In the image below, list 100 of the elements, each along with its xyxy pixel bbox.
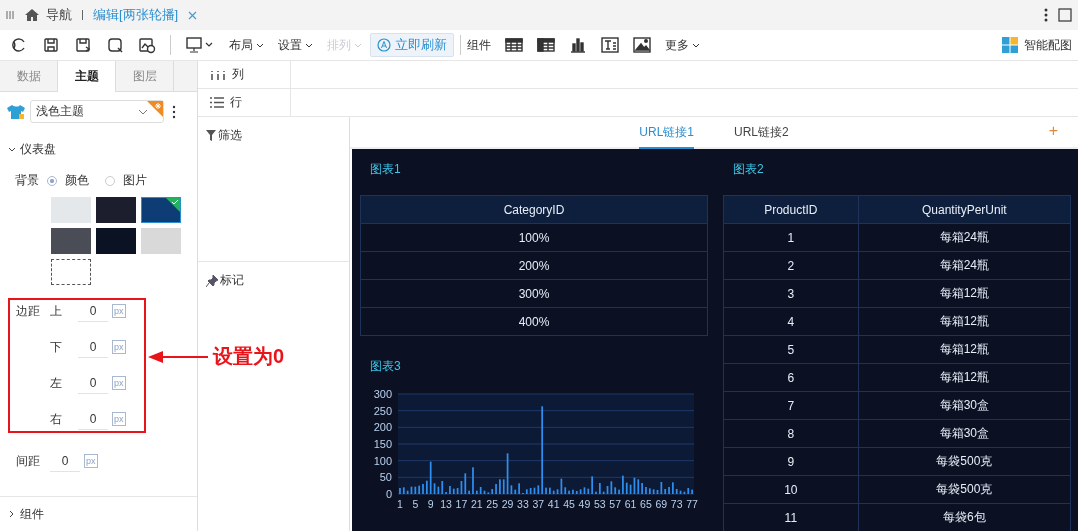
more-vertical-icon[interactable] xyxy=(1044,8,1048,22)
preview-icon[interactable] xyxy=(106,36,124,54)
star-corner-icon xyxy=(147,101,163,117)
color-swatch[interactable] xyxy=(96,197,136,223)
axis-label: 21 xyxy=(470,498,483,510)
table-icon[interactable] xyxy=(505,36,523,54)
side-label: 下 xyxy=(50,338,63,356)
caret-icon xyxy=(692,42,700,48)
radio-option[interactable]: 颜色 xyxy=(47,172,97,189)
empty-swatch[interactable] xyxy=(51,259,91,285)
theme-select[interactable]: 浅色主题 xyxy=(30,100,164,123)
column-header: CategoryID xyxy=(360,195,708,224)
close-icon[interactable] xyxy=(188,10,198,20)
screen-dropdown[interactable] xyxy=(185,36,215,54)
chart-title: 图表2 xyxy=(732,161,765,178)
color-swatch[interactable] xyxy=(51,228,91,254)
components-label: 组件 xyxy=(467,36,491,54)
axis-label: 5 xyxy=(412,498,419,510)
table-cell: 4 xyxy=(723,307,859,336)
toolbar-menu[interactable]: 设置 xyxy=(278,36,313,54)
letter-circle-icon xyxy=(377,38,391,52)
save-icon[interactable] xyxy=(42,36,60,54)
table-cell: 每箱12瓶 xyxy=(858,279,1071,308)
annotation-arrow xyxy=(148,350,208,364)
table-cell: 11 xyxy=(723,503,859,531)
filter-icon xyxy=(206,130,216,141)
section-header[interactable]: 仪表盘 xyxy=(0,141,197,158)
shirt-icon xyxy=(6,103,26,120)
table-cell: 每箱12瓶 xyxy=(858,335,1071,364)
smart-chart-button[interactable]: 智能配图 xyxy=(1002,36,1072,54)
axis-label: 37 xyxy=(532,498,545,510)
cross-table-icon[interactable] xyxy=(537,36,555,54)
axis-label: 33 xyxy=(517,498,529,510)
axis-label: 150 xyxy=(373,438,392,450)
table-cell: 每袋500克 xyxy=(858,475,1071,504)
maximize-icon[interactable] xyxy=(1058,8,1072,22)
color-swatch[interactable] xyxy=(141,228,181,254)
unit-label: px xyxy=(112,376,126,390)
table-cell: 400% xyxy=(360,307,708,336)
table-cell: 1 xyxy=(723,223,859,252)
color-swatch[interactable] xyxy=(51,197,91,223)
axis-label: 0 xyxy=(385,488,392,500)
axis-label: 57 xyxy=(609,498,622,510)
caret-icon xyxy=(354,42,362,48)
axis-label: 65 xyxy=(640,498,652,510)
unit-label: px xyxy=(84,454,98,468)
margin-label: 边距 xyxy=(16,303,40,318)
columns-label: 列 xyxy=(232,66,244,83)
table-cell: 100% xyxy=(360,223,708,252)
table-cell: 2 xyxy=(723,251,859,280)
text-box-icon[interactable] xyxy=(601,36,619,54)
caret-icon xyxy=(305,42,313,48)
annotation-text: 设置为0 xyxy=(213,344,285,369)
axis-label: 9 xyxy=(427,498,434,510)
table-cell: 每箱24瓶 xyxy=(858,223,1071,252)
axis-label: 77 xyxy=(686,498,698,510)
table-cell: 5 xyxy=(723,335,859,364)
table-cell: 8 xyxy=(723,419,859,448)
side-label: 左 xyxy=(50,374,63,392)
unit-label: px xyxy=(112,412,126,426)
filter-label: 筛选 xyxy=(218,127,242,144)
axis-label: 17 xyxy=(455,498,468,510)
document-tab[interactable]: 导航 xyxy=(24,6,72,24)
axis-label: 53 xyxy=(593,498,606,510)
page-tab[interactable]: URL链接2 xyxy=(734,117,789,149)
axis-label: 49 xyxy=(578,498,591,510)
axis-label: 41 xyxy=(547,498,560,510)
side-label: 上 xyxy=(50,302,63,320)
more-menu[interactable]: 更多 xyxy=(665,36,700,54)
toolbar-menu[interactable]: 布局 xyxy=(229,36,264,54)
table-cell: 300% xyxy=(360,279,708,308)
color-swatch[interactable] xyxy=(141,197,181,223)
columns-icon xyxy=(210,69,226,80)
axis-label: 45 xyxy=(563,498,575,510)
grip-icon[interactable] xyxy=(6,10,14,20)
background-label: 背景 xyxy=(15,172,39,189)
unit-label: px xyxy=(112,304,126,318)
mark-label: 标记 xyxy=(220,272,244,290)
panel-tab[interactable]: 主题 xyxy=(58,61,116,92)
axis-label: 61 xyxy=(624,498,637,510)
axis-label: 250 xyxy=(373,404,392,417)
color-swatch[interactable] xyxy=(96,228,136,254)
schedule-icon[interactable] xyxy=(138,36,156,54)
rows-label: 行 xyxy=(230,94,242,111)
chart-title: 图表3 xyxy=(369,358,402,375)
table-cell: 每箱12瓶 xyxy=(858,307,1071,336)
axis-label: 200 xyxy=(373,421,392,434)
section-header[interactable]: 组件 xyxy=(0,505,52,523)
axis-label: 1 xyxy=(397,498,403,510)
column-header: ProductID xyxy=(723,195,859,224)
table-cell: 每袋500克 xyxy=(858,447,1071,476)
save-as-icon[interactable] xyxy=(74,36,92,54)
bar-chart-icon[interactable] xyxy=(569,36,587,54)
table-cell: 每箱12瓶 xyxy=(858,363,1071,392)
spacing-label: 间距 xyxy=(16,452,41,470)
radio-option[interactable]: 图片 xyxy=(105,172,155,189)
image-icon[interactable] xyxy=(633,36,651,54)
chart-title: 图表1 xyxy=(369,161,402,178)
table-cell: 每箱30盒 xyxy=(858,419,1071,448)
axis-label: 73 xyxy=(670,498,683,510)
